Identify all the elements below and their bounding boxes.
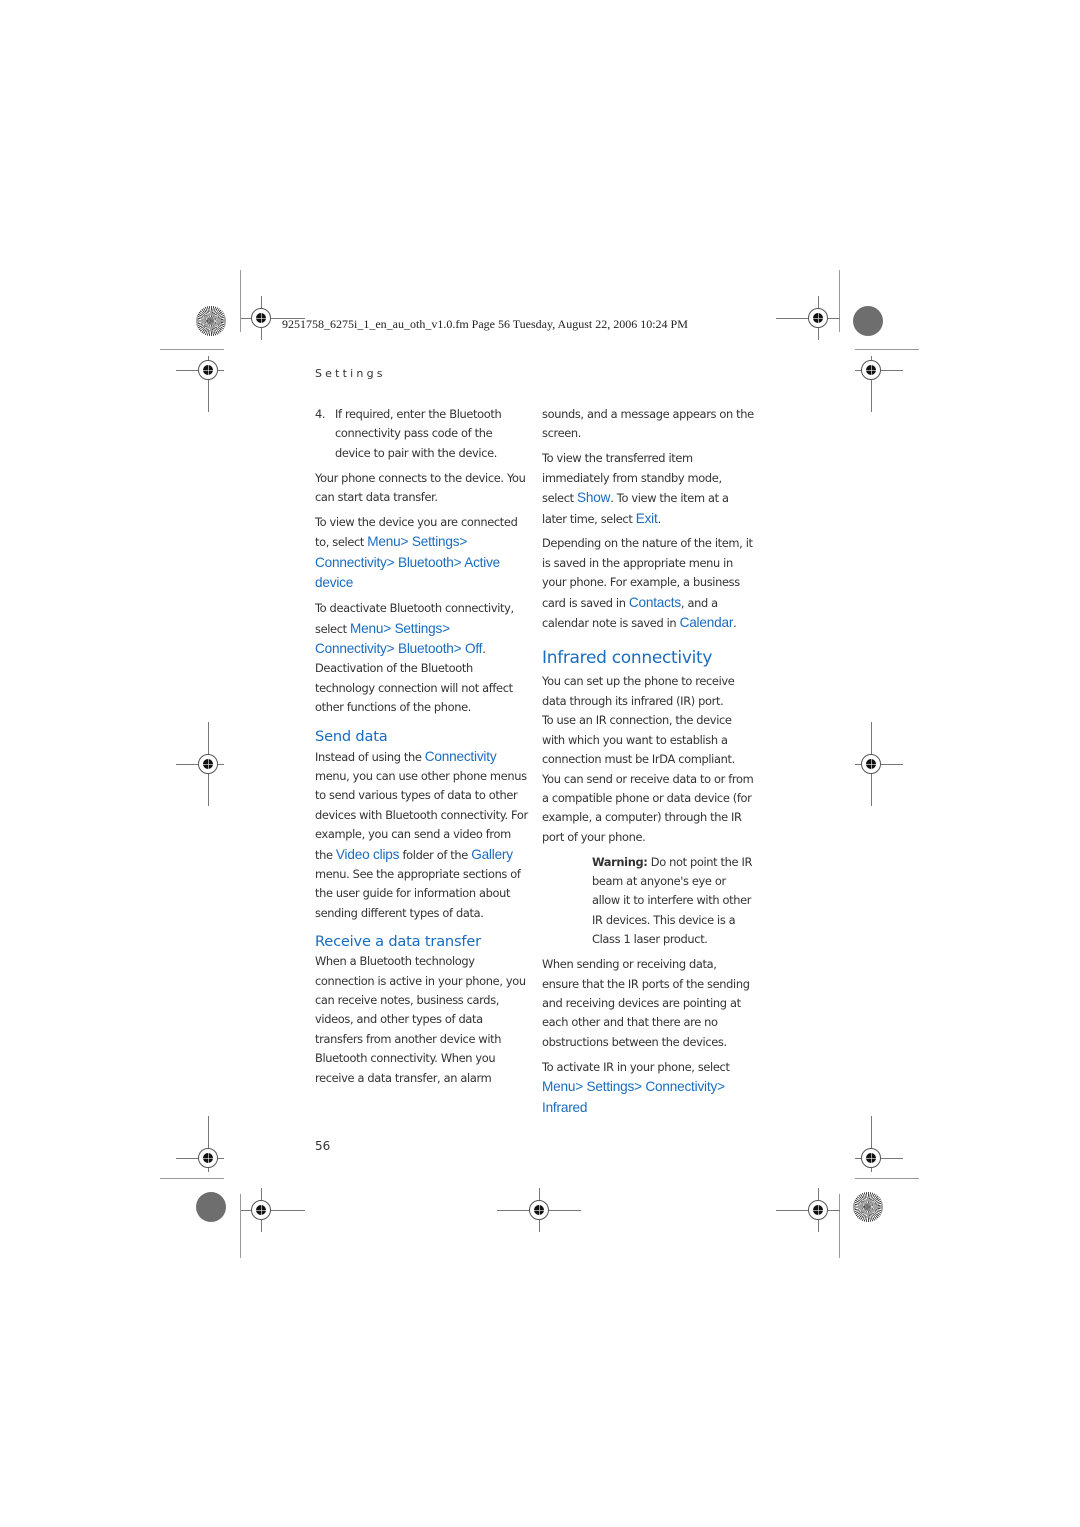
right-column: sounds, and a message appears on the scr… bbox=[542, 405, 756, 1123]
gray-disc-mark-bottom-left bbox=[196, 1192, 226, 1222]
text: folder of the bbox=[399, 847, 472, 862]
paragraph-nature: Depending on the nature of the item, it … bbox=[542, 534, 756, 633]
paragraph-receive: When a Bluetooth technology connection i… bbox=[315, 954, 526, 1085]
separator: > bbox=[383, 620, 395, 636]
heading-send-data: Send data bbox=[315, 727, 388, 745]
menu-link-connectivity: Connectivity bbox=[645, 1079, 718, 1095]
text: . bbox=[482, 641, 486, 656]
page-number: 56 bbox=[315, 1139, 331, 1153]
menu-link-connectivity: Connectivity bbox=[315, 640, 387, 656]
gray-disc-mark-top-right bbox=[853, 306, 883, 336]
trim-line-bottom-right-vertical bbox=[839, 1194, 840, 1258]
starburst-mark-bottom-right bbox=[853, 1192, 883, 1222]
menu-link-connectivity: Connectivity bbox=[315, 554, 387, 570]
text: Instead of using the bbox=[315, 749, 425, 764]
step-text: If required, enter the Bluetooth connect… bbox=[335, 407, 502, 460]
menu-link-off: Off bbox=[464, 640, 483, 656]
paragraph-activate-ir: To activate IR in your phone, select Men… bbox=[542, 1058, 756, 1118]
menu-link-gallery: Gallery bbox=[471, 846, 513, 862]
separator: > bbox=[634, 1079, 646, 1095]
menu-link-settings: Settings bbox=[394, 620, 443, 636]
text: To activate IR in your phone, select bbox=[542, 1059, 730, 1074]
heading-infrared-connectivity: Infrared connectivity bbox=[542, 648, 713, 669]
paragraph-view-item: To view the transferred item immediately… bbox=[542, 449, 756, 529]
menu-link-bluetooth: Bluetooth bbox=[397, 554, 454, 570]
warning-note: Warning: Do not point the IR beam at any… bbox=[542, 853, 756, 950]
heading-receive-data-transfer: Receive a data transfer bbox=[315, 933, 481, 951]
numbered-step: 4. If required, enter the Bluetooth conn… bbox=[315, 405, 529, 463]
trim-line-top-right-vertical bbox=[839, 270, 840, 332]
menu-link-calendar: Calendar bbox=[679, 615, 734, 631]
paragraph-deactivate: To deactivate Bluetooth connectivity, se… bbox=[315, 599, 529, 717]
text: You can set up the phone to receive data… bbox=[542, 674, 735, 708]
paragraph-connects: Your phone connects to the device. You c… bbox=[315, 470, 526, 505]
separator: > bbox=[400, 534, 412, 550]
menu-link-settings: Settings bbox=[411, 534, 460, 550]
warning-label: Warning: bbox=[592, 854, 648, 869]
text: menu. See the appropriate sections of th… bbox=[315, 867, 521, 920]
menu-link-infrared: Infrared bbox=[542, 1099, 588, 1115]
menu-link-connectivity: Connectivity bbox=[424, 748, 497, 764]
paragraph-send-data: Instead of using the Connectivity menu, … bbox=[315, 747, 529, 924]
separator: > bbox=[386, 554, 398, 570]
separator: > bbox=[453, 640, 465, 656]
menu-link-menu: Menu bbox=[542, 1079, 576, 1095]
starburst-mark-top-left bbox=[196, 306, 226, 336]
softkey-exit: Exit bbox=[635, 510, 658, 526]
text: . bbox=[733, 616, 737, 631]
paragraph-infrared-intro: You can set up the phone to receive data… bbox=[542, 672, 756, 711]
menu-link-bluetooth: Bluetooth bbox=[397, 640, 454, 656]
running-head: Settings bbox=[315, 367, 386, 380]
trim-line-bottom-left-vertical bbox=[240, 1194, 241, 1258]
separator: > bbox=[459, 534, 468, 550]
paragraph-view-device: To view the device you are connected to,… bbox=[315, 513, 529, 594]
separator: > bbox=[575, 1079, 587, 1095]
menu-link-settings: Settings bbox=[586, 1079, 635, 1095]
separator: > bbox=[442, 620, 450, 636]
trim-line-right-bottom-horizontal bbox=[855, 1178, 919, 1179]
text: . bbox=[657, 511, 662, 526]
separator: > bbox=[386, 640, 398, 656]
menu-link-video-clips: Video clips bbox=[335, 846, 400, 862]
menu-link-menu: Menu bbox=[367, 534, 401, 550]
trim-line-top-left-vertical bbox=[240, 270, 241, 332]
file-slug: 9251758_6275i_1_en_au_oth_v1.0.fm Page 5… bbox=[282, 317, 688, 331]
menu-link-contacts: Contacts bbox=[628, 594, 681, 610]
paragraph-send-receive: You can send or receive data to or from … bbox=[542, 771, 754, 844]
trim-line-right-top-horizontal bbox=[855, 349, 919, 350]
paragraph-continued: sounds, and a message appears on the scr… bbox=[542, 407, 754, 441]
menu-link-menu: Menu bbox=[350, 620, 384, 636]
paragraph-pointing: When sending or receiving data, ensure t… bbox=[542, 957, 750, 1049]
left-column: 4. If required, enter the Bluetooth conn… bbox=[315, 405, 529, 1094]
softkey-show: Show bbox=[577, 490, 611, 506]
paragraph-irda: To use an IR connection, the device with… bbox=[542, 713, 735, 767]
separator: > bbox=[717, 1079, 725, 1095]
trim-line-left-top-horizontal bbox=[160, 349, 224, 350]
trim-line-left-bottom-horizontal bbox=[160, 1178, 224, 1179]
separator: > bbox=[453, 554, 465, 570]
text: Deactivation of the Bluetooth technology… bbox=[315, 661, 513, 715]
step-number: 4. bbox=[315, 407, 326, 421]
